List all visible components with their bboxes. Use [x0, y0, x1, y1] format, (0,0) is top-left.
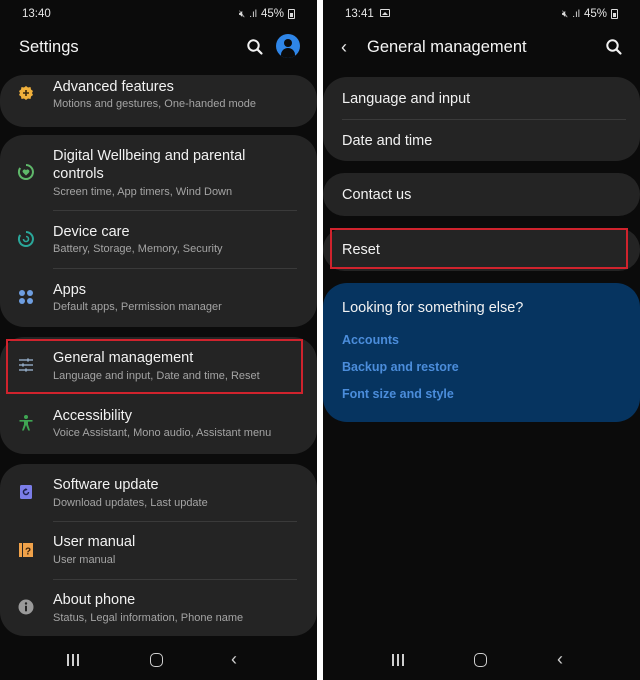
settings-card-3: General management Language and input, D… [0, 337, 317, 454]
home-icon[interactable] [150, 653, 163, 667]
digital-wellbeing-icon [17, 164, 34, 180]
battery-icon [611, 9, 618, 19]
settings-item-device-care[interactable]: Device care Battery, Storage, Memory, Se… [0, 211, 317, 268]
account-icon[interactable] [276, 34, 300, 58]
settings-item-user-manual[interactable]: ? User manual User manual [0, 522, 317, 579]
software-update-icon [20, 485, 32, 499]
about-phone-icon [18, 599, 34, 615]
status-time: 13:41 [345, 8, 390, 20]
menu-item-language-and-input[interactable]: Language and input [323, 77, 640, 119]
recent-apps-icon[interactable] [67, 654, 79, 666]
settings-item-apps[interactable]: Apps Default apps, Permission manager [0, 269, 317, 327]
battery-percent: 45% [260, 8, 284, 20]
apps-icon [19, 290, 33, 304]
signal-icon: .ıl [249, 8, 257, 20]
navigation-bar: ‹ [0, 640, 317, 680]
page-title: Settings [19, 38, 79, 56]
link-font-size-and-style[interactable]: Font size and style [342, 387, 454, 401]
navigation-bar: ‹ [323, 640, 640, 680]
menu-item-contact-us[interactable]: Contact us [323, 173, 640, 216]
page-title: General management [367, 38, 527, 56]
link-accounts[interactable]: Accounts [342, 333, 399, 347]
settings-item-accessibility[interactable]: Accessibility Voice Assistant, Mono audi… [0, 394, 317, 454]
settings-item-advanced-features[interactable]: Advanced features Motions and gestures, … [0, 75, 317, 127]
settings-item-software-update[interactable]: Software update Download updates, Last u… [0, 464, 317, 521]
status-time: 13:40 [22, 8, 51, 20]
suggestions-title: Looking for something else? [342, 300, 524, 316]
back-nav-icon[interactable]: ‹ [231, 649, 237, 669]
settings-item-general-management[interactable]: General management Language and input, D… [0, 337, 317, 394]
link-backup-and-restore[interactable]: Backup and restore [342, 360, 459, 374]
general-management-screen: 13:41 🔇︎ .ıl 45% ‹ General management La… [323, 0, 640, 680]
gallery-notification-icon [379, 9, 390, 17]
home-icon[interactable] [474, 653, 487, 667]
mute-icon: 🔇︎ [238, 8, 246, 20]
search-icon[interactable] [245, 37, 265, 57]
search-icon[interactable] [604, 37, 624, 57]
menu-item-date-and-time[interactable]: Date and time [323, 120, 640, 161]
svg-text:?: ? [25, 547, 31, 558]
general-management-card-1: Language and input Date and time [323, 77, 640, 161]
general-management-card-2: Contact us [323, 173, 640, 216]
advanced-features-icon [19, 86, 33, 100]
settings-card-2: Digital Wellbeing and parental controls … [0, 135, 317, 327]
settings-card-4: Software update Download updates, Last u… [0, 464, 317, 636]
battery-icon [288, 9, 295, 19]
settings-item-digital-wellbeing[interactable]: Digital Wellbeing and parental controls … [0, 135, 317, 210]
general-management-card-3: Reset [323, 228, 640, 271]
back-nav-icon[interactable]: ‹ [557, 649, 563, 669]
accessibility-icon [19, 415, 33, 431]
settings-item-about-phone[interactable]: About phone Status, Legal information, P… [0, 580, 317, 636]
suggestions-card: Looking for something else? Accounts Bac… [323, 283, 640, 422]
menu-item-reset[interactable]: Reset [323, 228, 640, 271]
user-manual-icon: ? [19, 543, 33, 558]
back-icon[interactable]: ‹ [341, 36, 359, 58]
general-management-icon [19, 358, 33, 372]
status-bar: 13:40 🔇︎ .ıl 45% [0, 0, 317, 28]
battery-percent: 45% [583, 8, 607, 20]
settings-screen: 13:40 🔇︎ .ıl 45% Settings Advanced featu… [0, 0, 317, 680]
device-care-icon [17, 231, 34, 247]
status-bar: 13:41 🔇︎ .ıl 45% [323, 0, 640, 28]
mute-icon: 🔇︎ [561, 8, 569, 20]
recent-apps-icon[interactable] [392, 654, 404, 666]
app-bar: Settings [0, 30, 317, 64]
app-bar: ‹ General management [323, 30, 640, 64]
settings-card-1: Advanced features Motions and gestures, … [0, 75, 317, 127]
signal-icon: .ıl [572, 8, 580, 20]
